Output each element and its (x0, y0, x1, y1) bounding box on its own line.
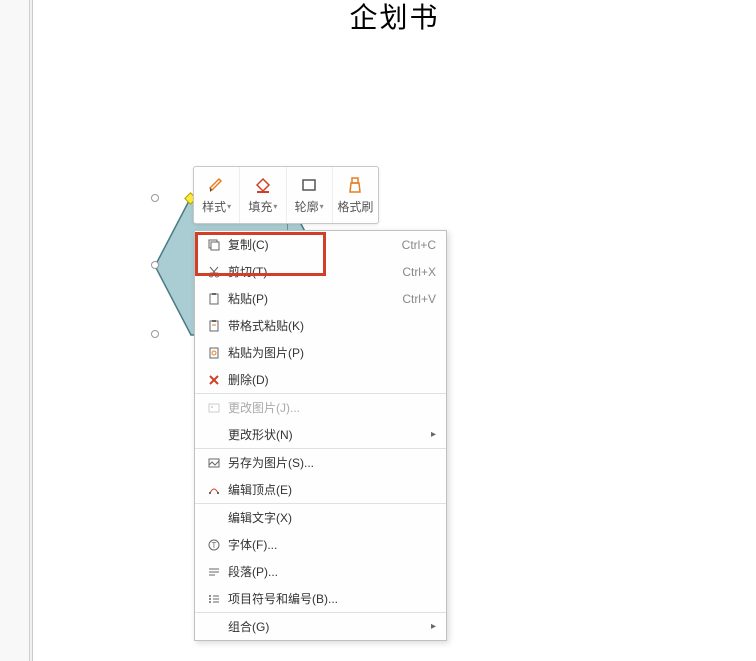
toolbar-format-painter[interactable]: 格式刷 (333, 167, 378, 223)
brush-icon (207, 175, 227, 195)
chevron-down-icon: ▾ (273, 202, 277, 211)
menu-cut-label: 剪切(T) (224, 263, 402, 280)
menu-change-picture: 更改图片(J)... (195, 394, 446, 421)
menu-paragraph-label: 段落(P)... (224, 563, 436, 580)
chevron-right-icon: ▸ (431, 621, 436, 632)
menu-font-label: 字体(F)... (224, 536, 436, 553)
menu-change-shape[interactable]: 更改形状(N) ▸ (195, 421, 446, 448)
menu-edit-text-label: 编辑文字(X) (224, 509, 436, 526)
menu-group-label: 组合(G) (224, 618, 431, 635)
toolbar-format-painter-label: 格式刷 (337, 198, 373, 215)
menu-paste-as-picture-label: 粘贴为图片(P) (224, 344, 436, 361)
menu-cut-shortcut: Ctrl+X (402, 265, 436, 279)
handle-bottom-left[interactable] (151, 330, 159, 338)
clipboard-picture-icon (204, 346, 224, 360)
chevron-down-icon: ▾ (320, 202, 324, 211)
toolbar-outline[interactable]: 轮廓 ▾ (287, 167, 333, 223)
bullets-icon (204, 592, 224, 606)
bucket-icon (253, 175, 273, 195)
menu-change-shape-label: 更改形状(N) (224, 426, 431, 443)
chevron-down-icon: ▾ (227, 202, 231, 211)
delete-icon (204, 373, 224, 387)
menu-edit-text[interactable]: 编辑文字(X) (195, 504, 446, 531)
toolbar-fill[interactable]: 填充 ▾ (240, 167, 286, 223)
menu-copy[interactable]: 复制(C) Ctrl+C (195, 231, 446, 258)
picture-icon (204, 401, 224, 415)
menu-paste-format[interactable]: 带格式粘贴(K) (195, 312, 446, 339)
menu-paragraph[interactable]: 段落(P)... (195, 558, 446, 585)
outline-icon (299, 175, 319, 195)
menu-bullets-label: 项目符号和编号(B)... (224, 590, 436, 607)
font-icon: T (204, 538, 224, 552)
menu-edit-points[interactable]: 编辑顶点(E) (195, 476, 446, 503)
menu-group[interactable]: 组合(G) ▸ (195, 613, 446, 640)
toolbar-fill-label: 填充 (248, 198, 272, 215)
menu-cut[interactable]: 剪切(T) Ctrl+X (195, 258, 446, 285)
copy-icon (204, 238, 224, 252)
scissors-icon (204, 265, 224, 279)
context-menu: 复制(C) Ctrl+C 剪切(T) Ctrl+X 粘贴(P) Ctrl+V 带… (194, 230, 447, 641)
menu-copy-shortcut: Ctrl+C (402, 238, 436, 252)
toolbar-style[interactable]: 样式 ▾ (194, 167, 240, 223)
toolbar-outline-label: 轮廓 (295, 198, 319, 215)
handle-top-left[interactable] (151, 194, 159, 202)
menu-copy-label: 复制(C) (224, 236, 402, 253)
toolbar-style-label: 样式 (202, 198, 226, 215)
save-picture-icon (204, 456, 224, 470)
menu-paste-shortcut: Ctrl+V (402, 292, 436, 306)
page-title: 企划书 (349, 0, 439, 36)
clipboard-format-icon (204, 319, 224, 333)
menu-bullets[interactable]: 项目符号和编号(B)... (195, 585, 446, 612)
menu-delete[interactable]: 删除(D) (195, 366, 446, 393)
menu-save-as-picture-label: 另存为图片(S)... (224, 454, 436, 471)
edit-points-icon (204, 483, 224, 497)
menu-font[interactable]: T 字体(F)... (195, 531, 446, 558)
broom-icon (345, 175, 365, 195)
svg-text:T: T (212, 541, 217, 550)
paragraph-icon (204, 565, 224, 579)
menu-paste[interactable]: 粘贴(P) Ctrl+V (195, 285, 446, 312)
chevron-right-icon: ▸ (431, 429, 436, 440)
menu-delete-label: 删除(D) (224, 371, 436, 388)
menu-save-as-picture[interactable]: 另存为图片(S)... (195, 449, 446, 476)
menu-paste-label: 粘贴(P) (224, 290, 402, 307)
menu-paste-format-label: 带格式粘贴(K) (224, 317, 436, 334)
menu-paste-as-picture[interactable]: 粘贴为图片(P) (195, 339, 446, 366)
clipboard-icon (204, 292, 224, 306)
ruler-left (0, 0, 30, 661)
mini-toolbar: 样式 ▾ 填充 ▾ 轮廓 ▾ (193, 166, 379, 224)
menu-edit-points-label: 编辑顶点(E) (224, 481, 436, 498)
menu-change-picture-label: 更改图片(J)... (224, 399, 436, 416)
handle-mid-left[interactable] (151, 261, 159, 269)
